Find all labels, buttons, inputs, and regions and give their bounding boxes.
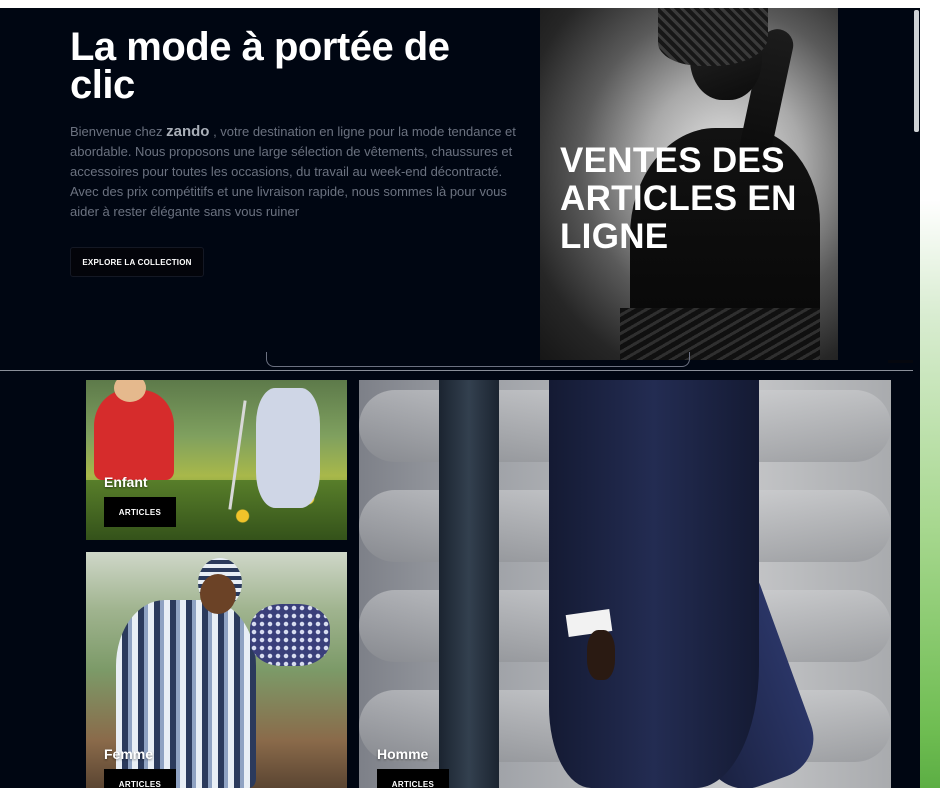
category-label-enfant: Enfant	[104, 474, 148, 490]
category-card-enfant[interactable]: Enfant ARTICLES	[86, 380, 347, 540]
page: La mode à portée de clic Bienvenue chez …	[0, 8, 920, 788]
hero-description: Bienvenue chez zando , votre destination…	[70, 122, 522, 222]
hero-description-intro: Bienvenue chez	[70, 124, 167, 139]
category-card-femme[interactable]: Femme ARTICLES	[86, 552, 347, 788]
brand-name: zando	[166, 123, 210, 140]
hero-title: La mode à portée de clic	[70, 25, 450, 107]
category-label-homme: Homme	[377, 746, 429, 762]
side-green-strip	[920, 200, 940, 788]
category-card-homme[interactable]: Homme ARTICLES	[359, 380, 891, 788]
articles-button-femme[interactable]: ARTICLES	[104, 769, 176, 788]
articles-button-homme[interactable]: ARTICLES	[377, 769, 449, 788]
hero-photo-caption: VENTES DES ARTICLES EN LIGNE	[560, 141, 797, 256]
search-bar-edge[interactable]	[266, 352, 690, 367]
category-label-femme: Femme	[104, 746, 154, 762]
section-divider	[0, 370, 920, 371]
hero-section: La mode à portée de clic Bienvenue chez …	[0, 8, 920, 360]
scrollbar-thumb[interactable]	[914, 10, 919, 132]
articles-button-enfant[interactable]: ARTICLES	[104, 497, 176, 527]
explore-collection-button[interactable]: EXPLORE LA COLLECTION	[70, 247, 204, 277]
